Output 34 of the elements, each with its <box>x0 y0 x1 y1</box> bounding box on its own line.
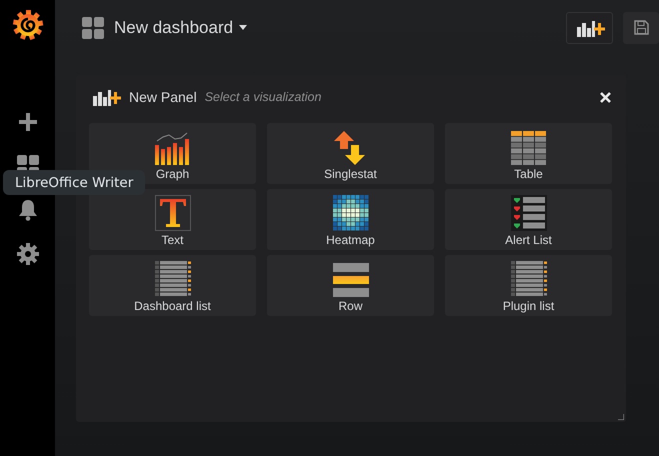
visualization-option[interactable]: Alert List <box>445 189 612 250</box>
add-panel-icon <box>91 88 121 106</box>
table-icon <box>510 131 546 165</box>
dashboard-title[interactable]: New dashboard <box>114 18 248 38</box>
close-icon[interactable] <box>600 92 611 102</box>
heatmap-icon <box>332 195 368 231</box>
logo-icon[interactable] <box>12 9 44 41</box>
add-panel-icon <box>574 18 604 36</box>
visualization-option[interactable]: Singlestat <box>267 123 434 184</box>
visualization-option[interactable]: Heatmap <box>267 189 434 250</box>
settings-icon[interactable] <box>16 243 38 265</box>
save-icon <box>634 20 648 35</box>
panel-subtitle: Select a visualization <box>204 90 322 104</box>
panel-title: New Panel <box>129 89 197 105</box>
visualization-option[interactable]: Row <box>267 255 434 316</box>
save-button[interactable] <box>623 12 659 44</box>
visualization-option[interactable]: Plugin list <box>445 255 612 316</box>
visualization-option[interactable]: Dashboard list <box>89 255 256 316</box>
bell-icon[interactable] <box>18 199 38 221</box>
dashboard-grid-icon <box>82 16 104 38</box>
plus-icon[interactable] <box>18 113 36 131</box>
up-down-arrows-icon <box>334 131 368 165</box>
resize-handle-icon[interactable] <box>618 414 624 420</box>
list-icon <box>154 261 190 297</box>
text-t-icon <box>154 195 190 231</box>
add-panel-button[interactable] <box>566 12 613 44</box>
tooltip: LibreOffice Writer <box>3 170 146 195</box>
visualization-option[interactable]: Text <box>89 189 256 250</box>
caret-icon <box>239 25 248 30</box>
rows-icon <box>332 263 368 297</box>
bar-chart-icon <box>154 131 192 165</box>
list-icon <box>510 261 546 297</box>
alert-list-icon <box>510 195 546 231</box>
visualization-option[interactable]: Table <box>445 123 612 184</box>
